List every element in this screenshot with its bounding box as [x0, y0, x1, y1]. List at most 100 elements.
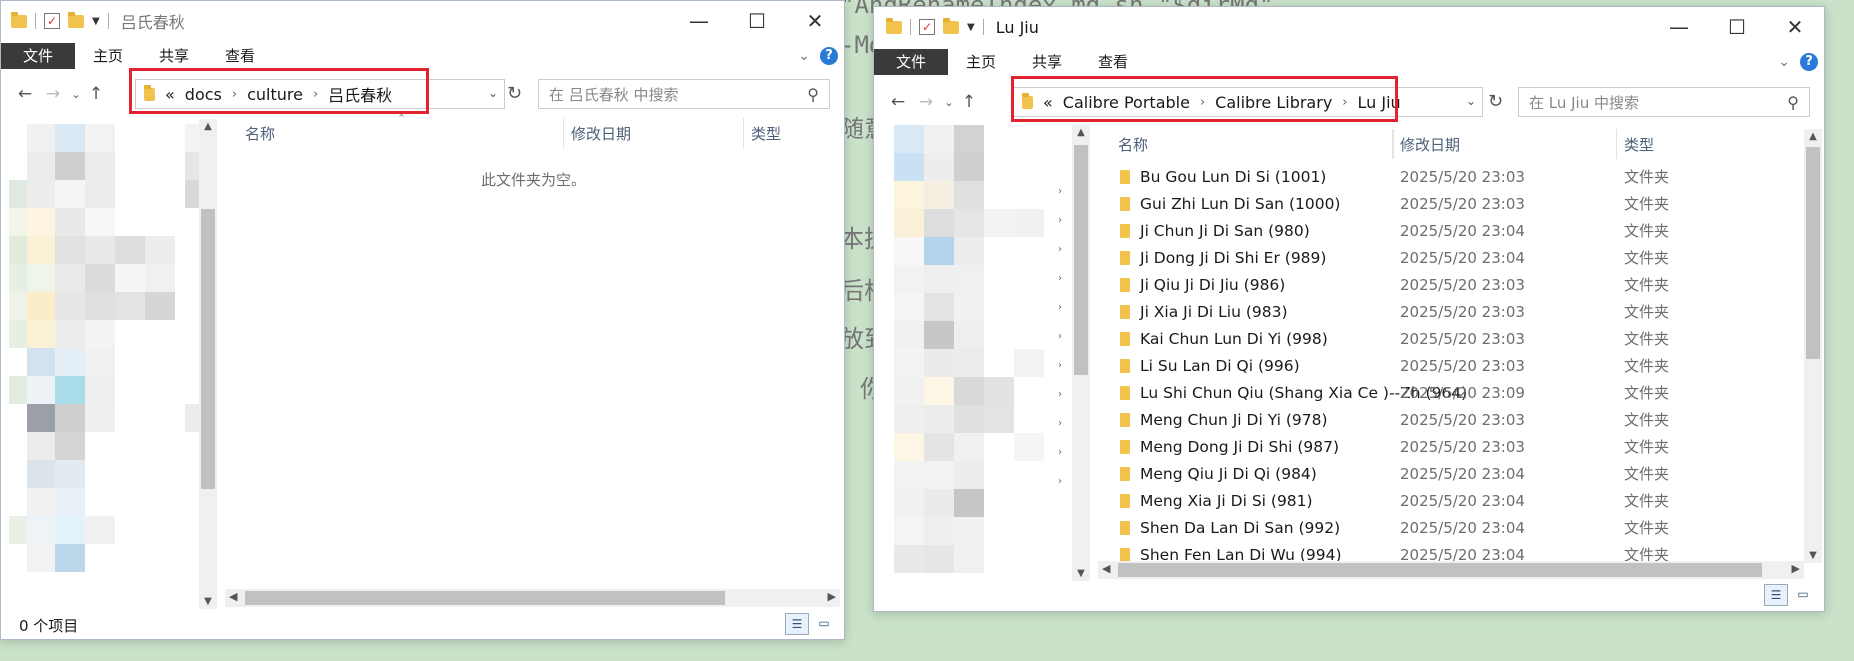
scroll-right-arrow[interactable]: ▶	[828, 590, 836, 603]
list-item[interactable]: Shen Fen Lan Di Wu (994) 2025/5/20 23:04…	[1120, 541, 1810, 561]
folder-icon[interactable]	[68, 11, 84, 28]
list-item[interactable]: Li Su Lan Di Qi (996) 2025/5/20 23:03 文件…	[1120, 352, 1810, 379]
list-item[interactable]: Kai Chun Lun Di Yi (998) 2025/5/20 23:03…	[1120, 325, 1810, 352]
navigation-pane[interactable]	[9, 119, 204, 609]
list-item[interactable]: Shen Da Lan Di San (992) 2025/5/20 23:04…	[1120, 514, 1810, 541]
column-date[interactable]: 修改日期	[1400, 134, 1460, 155]
chevron-down-icon[interactable]: ⌄	[1778, 54, 1790, 70]
close-icon[interactable]: ✕	[786, 1, 844, 41]
tab-home[interactable]: 主页	[948, 49, 1014, 75]
search-input[interactable]: 在 Lu Jiu 中搜索 ⚲	[1518, 87, 1810, 117]
details-view-icon[interactable]: ☰	[785, 613, 809, 635]
nav-pane-scrollbar[interactable]: ▲ ▼	[1072, 125, 1090, 581]
back-arrow-icon[interactable]: ←	[11, 84, 39, 104]
nav-pane-scrollbar[interactable]: ▲ ▼	[199, 119, 217, 609]
search-input[interactable]: 在 吕氏春秋 中搜索 ⚲	[538, 79, 830, 109]
column-name[interactable]: 名称	[1118, 134, 1148, 155]
chevron-down-icon[interactable]: ▼	[92, 16, 100, 27]
forward-arrow-icon[interactable]: →	[39, 84, 67, 104]
large-icons-view-icon[interactable]: ▭	[813, 613, 835, 633]
scroll-left-arrow[interactable]: ◀	[229, 590, 237, 603]
column-type[interactable]: 类型	[751, 123, 781, 144]
scrollbar-thumb[interactable]	[201, 209, 215, 489]
column-name[interactable]: 名称	[245, 123, 275, 144]
scrollbar-thumb[interactable]	[245, 591, 725, 605]
chevron-down-icon[interactable]: ⌄	[488, 86, 498, 100]
column-type[interactable]: 类型	[1624, 134, 1654, 155]
tab-file[interactable]: 文件	[1, 43, 76, 69]
scroll-right-arrow[interactable]: ▶	[1792, 562, 1800, 575]
list-item[interactable]: Gui Zhi Lun Di San (1000) 2025/5/20 23:0…	[1120, 190, 1810, 217]
tab-file[interactable]: 文件	[874, 49, 949, 75]
scroll-left-arrow[interactable]: ◀	[1102, 562, 1110, 575]
scroll-down-arrow[interactable]: ▼	[199, 596, 217, 607]
maximize-icon[interactable]: ☐	[1708, 7, 1766, 47]
expand-arrow-icon[interactable]: ›	[1058, 235, 1068, 264]
column-divider[interactable]	[743, 118, 744, 148]
refresh-icon[interactable]: ↻	[1488, 91, 1503, 112]
scroll-down-arrow[interactable]: ▼	[1804, 550, 1822, 561]
expand-arrow-icon[interactable]: ›	[1058, 409, 1068, 438]
help-icon[interactable]: ?	[1800, 53, 1818, 71]
tab-share[interactable]: 共享	[1014, 49, 1080, 75]
horizontal-scrollbar[interactable]: ◀ ▶	[225, 589, 840, 607]
chevron-down-icon[interactable]: ⌄	[67, 88, 85, 101]
column-divider[interactable]	[1393, 129, 1394, 159]
details-view-icon[interactable]: ☰	[1764, 584, 1788, 606]
expand-arrow-icon[interactable]: ›	[1058, 467, 1068, 496]
forward-arrow-icon[interactable]: →	[912, 92, 940, 112]
list-item[interactable]: Meng Qiu Ji Di Qi (984) 2025/5/20 23:04 …	[1120, 460, 1810, 487]
scrollbar-thumb[interactable]	[1118, 563, 1762, 577]
folder-icon[interactable]	[943, 17, 959, 34]
tab-view[interactable]: 查看	[1080, 49, 1146, 75]
scroll-up-arrow[interactable]: ▲	[1072, 127, 1090, 138]
tab-share[interactable]: 共享	[141, 43, 207, 69]
expand-arrow-icon[interactable]: ›	[1058, 206, 1068, 235]
search-icon[interactable]: ⚲	[807, 85, 819, 104]
checkmark-icon[interactable]: ✓	[919, 19, 935, 35]
back-arrow-icon[interactable]: ←	[884, 92, 912, 112]
list-item[interactable]: Ji Dong Ji Di Shi Er (989) 2025/5/20 23:…	[1120, 244, 1810, 271]
chevron-down-icon[interactable]: ⌄	[1466, 94, 1476, 108]
close-icon[interactable]: ✕	[1766, 7, 1824, 47]
up-arrow-icon[interactable]: ↑	[85, 84, 107, 104]
minimize-icon[interactable]: —	[670, 1, 728, 41]
expand-arrow-icon[interactable]: ›	[1058, 322, 1068, 351]
list-item[interactable]: Meng Chun Ji Di Yi (978) 2025/5/20 23:03…	[1120, 406, 1810, 433]
horizontal-scrollbar[interactable]: ◀ ▶	[1098, 561, 1804, 579]
column-date[interactable]: 修改日期	[571, 123, 631, 144]
list-item[interactable]: Ji Qiu Ji Di Jiu (986) 2025/5/20 23:03 文…	[1120, 271, 1810, 298]
large-icons-view-icon[interactable]: ▭	[1792, 584, 1814, 604]
expand-arrow-icon[interactable]: ›	[1058, 293, 1068, 322]
maximize-icon[interactable]: ☐	[728, 1, 786, 41]
checkmark-icon[interactable]: ✓	[44, 13, 60, 29]
scrollbar-thumb[interactable]	[1074, 145, 1088, 375]
chevron-down-icon[interactable]: ⌄	[940, 96, 958, 109]
scroll-down-arrow[interactable]: ▼	[1072, 568, 1090, 579]
chevron-down-icon[interactable]: ▼	[967, 22, 975, 33]
tab-home[interactable]: 主页	[75, 43, 141, 69]
expand-arrow-icon[interactable]: ›	[1058, 264, 1068, 293]
scroll-up-arrow[interactable]: ▲	[199, 121, 217, 132]
column-divider[interactable]	[1616, 129, 1617, 159]
expand-arrow-icon[interactable]: ›	[1058, 351, 1068, 380]
up-arrow-icon[interactable]: ↑	[958, 92, 980, 112]
help-icon[interactable]: ?	[820, 47, 838, 65]
list-item[interactable]: Bu Gou Lun Di Si (1001) 2025/5/20 23:03 …	[1120, 163, 1810, 190]
scrollbar-thumb[interactable]	[1806, 147, 1820, 359]
minimize-icon[interactable]: —	[1650, 7, 1708, 47]
chevron-down-icon[interactable]: ⌄	[798, 48, 810, 64]
scroll-up-arrow[interactable]: ▲	[1804, 131, 1822, 142]
file-list-scrollbar[interactable]: ▲ ▼	[1804, 129, 1822, 563]
list-item[interactable]: Meng Dong Ji Di Shi (987) 2025/5/20 23:0…	[1120, 433, 1810, 460]
expand-arrow-icon[interactable]: ›	[1058, 438, 1068, 467]
list-item[interactable]: Meng Xia Ji Di Si (981) 2025/5/20 23:04 …	[1120, 487, 1810, 514]
list-item[interactable]: Ji Xia Ji Di Liu (983) 2025/5/20 23:03 文…	[1120, 298, 1810, 325]
refresh-icon[interactable]: ↻	[507, 83, 522, 104]
navigation-pane[interactable]	[894, 123, 1072, 603]
expand-arrow-icon[interactable]: ›	[1058, 177, 1068, 206]
column-divider[interactable]	[563, 118, 564, 148]
tab-view[interactable]: 查看	[207, 43, 273, 69]
list-item[interactable]: Lu Shi Chun Qiu (Shang Xia Ce )--Zh (964…	[1120, 379, 1810, 406]
expand-arrow-icon[interactable]: ›	[1058, 380, 1068, 409]
